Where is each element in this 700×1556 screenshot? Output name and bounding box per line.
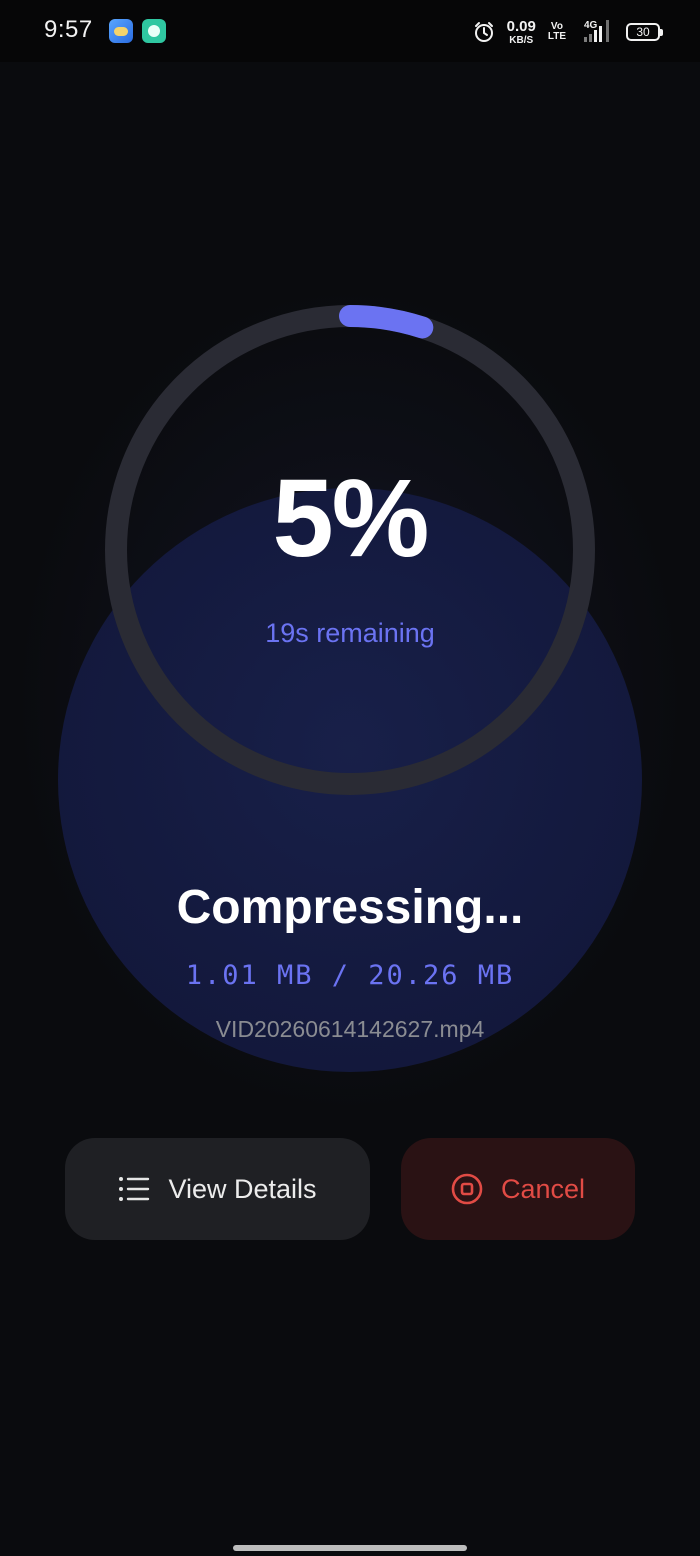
alarm-icon xyxy=(473,21,495,43)
view-details-label: View Details xyxy=(168,1173,317,1204)
volte-bottom: LTE xyxy=(547,31,566,42)
status-indicators: 0.09 KB/S Vo LTE 4G 30 xyxy=(473,14,663,50)
list-icon xyxy=(118,1176,150,1202)
battery-icon: 30 xyxy=(626,23,663,41)
chat-app-icon xyxy=(142,19,166,43)
signal-icon: 4G xyxy=(578,20,614,44)
network-speed-unit: KB/S xyxy=(509,34,534,46)
status-time: 9:57 xyxy=(44,16,93,43)
cancel-button[interactable]: Cancel xyxy=(401,1138,635,1240)
time-remaining: 19s remaining xyxy=(265,618,435,648)
weather-app-icon xyxy=(109,19,133,43)
status-bar: 9:57 0.09 KB/S Vo LTE 4G 30 xyxy=(0,0,700,62)
compression-status-title: Compressing... xyxy=(176,881,524,934)
stop-circle-icon xyxy=(451,1173,483,1205)
size-progress: 1.01 MB / 20.26 MB xyxy=(185,960,515,991)
compression-screen: 9:57 0.09 KB/S Vo LTE 4G 30 5% 19s remai… xyxy=(0,0,700,1556)
network-speed: 0.09 KB/S xyxy=(507,19,536,46)
view-details-button[interactable]: View Details xyxy=(65,1138,370,1240)
cancel-label: Cancel xyxy=(500,1173,586,1204)
volte-indicator: Vo LTE xyxy=(548,22,566,42)
battery-level: 30 xyxy=(636,25,650,39)
progress-percent: 5% xyxy=(272,457,430,580)
home-indicator[interactable] xyxy=(233,1545,467,1551)
file-name: VID20260614142627.mp4 xyxy=(215,1016,485,1042)
network-speed-value: 0.09 xyxy=(506,17,536,35)
